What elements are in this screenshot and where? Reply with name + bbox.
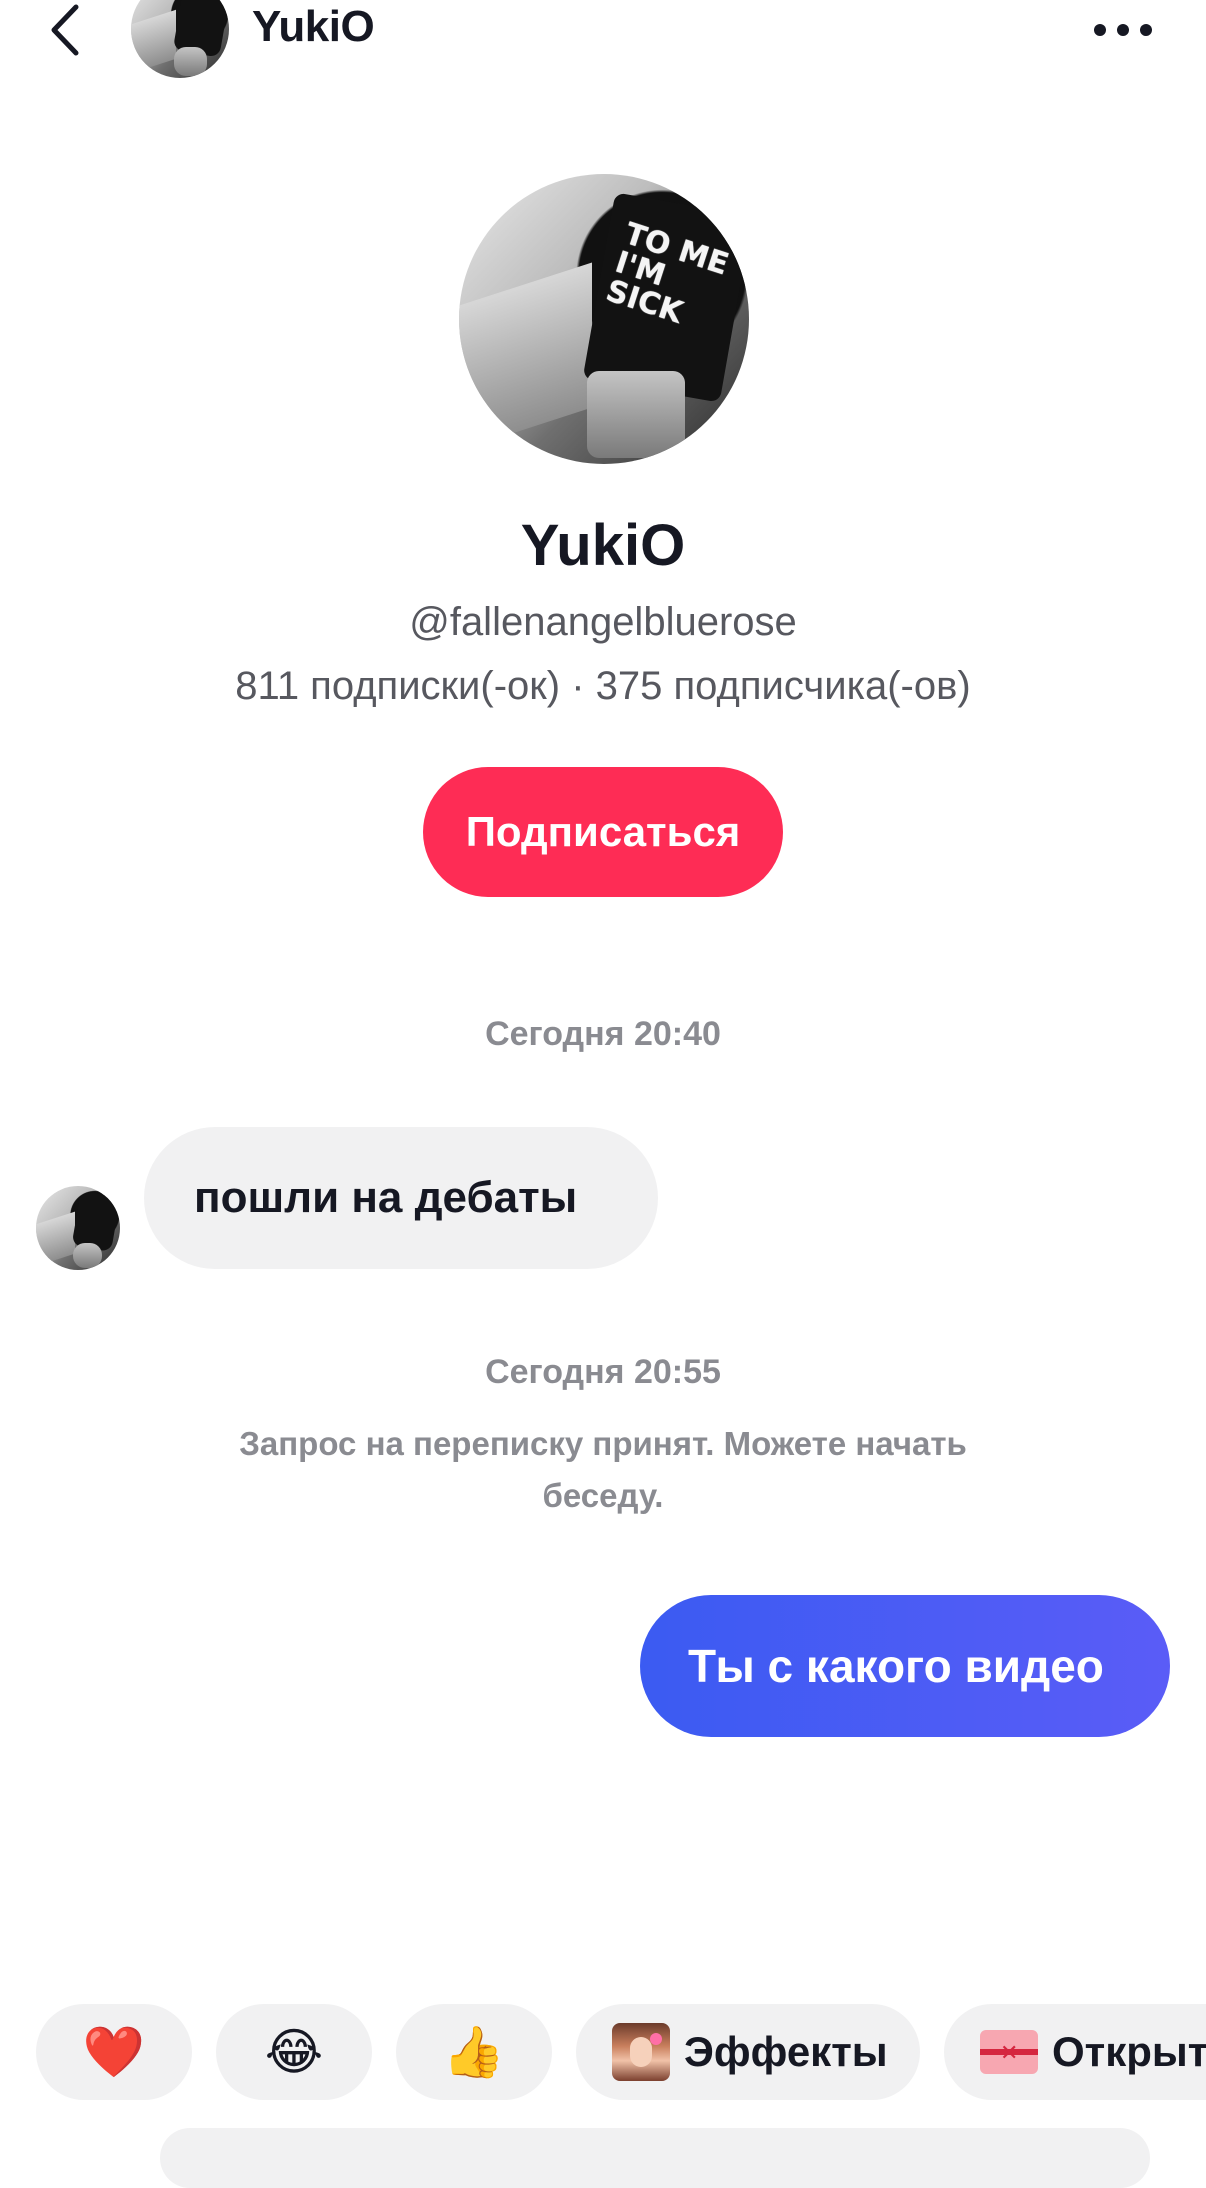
profile-avatar[interactable]: TO ME I'M SICK	[459, 174, 749, 464]
reaction-laugh-chip[interactable]: 😂	[216, 2004, 372, 2100]
avatar-photo	[36, 1186, 120, 1270]
more-horizontal-icon	[1094, 24, 1152, 36]
header-avatar[interactable]	[131, 0, 229, 78]
effects-label: Эффекты	[684, 2028, 888, 2075]
header-username[interactable]: YukiO	[252, 2, 375, 52]
message-input-field[interactable]	[160, 2128, 1150, 2188]
more-options-button[interactable]	[1088, 8, 1158, 52]
avatar-photo	[131, 0, 229, 78]
reaction-thumbs-up-chip[interactable]: 👍	[396, 2004, 552, 2100]
follow-button[interactable]: Подписаться	[423, 767, 783, 897]
thumbs-up-icon: 👍	[442, 2023, 506, 2081]
incoming-message-bubble[interactable]: пошли на дебаты	[144, 1127, 658, 1269]
quick-reactions-bar: ❤️ 😂 👍 Эффекты ✕ Открыт	[0, 2004, 1206, 2104]
avatar-photo: TO ME I'M SICK	[459, 174, 749, 464]
profile-username: @fallenangelbluerose	[409, 600, 797, 644]
chevron-left-icon	[51, 4, 79, 56]
gift-card-icon: ✕	[980, 2030, 1038, 2074]
outgoing-message-bubble[interactable]: Ты с какого видео	[640, 1595, 1170, 1737]
heart-icon: ❤️	[82, 2023, 146, 2081]
cards-chip[interactable]: ✕ Открыт	[944, 2004, 1206, 2100]
effects-chip[interactable]: Эффекты	[576, 2004, 920, 2100]
cards-label: Открыт	[1052, 2028, 1206, 2075]
back-button[interactable]	[40, 0, 90, 60]
message-timestamp: Сегодня 20:55	[485, 1353, 721, 1391]
system-notice: Запрос на переписку принят. Можете начат…	[239, 1425, 967, 1514]
profile-name: YukiO	[520, 513, 686, 578]
message-timestamp: Сегодня 20:40	[485, 1015, 721, 1053]
chat-header: YukiO	[0, 0, 1206, 90]
sender-avatar[interactable]	[36, 1186, 120, 1270]
profile-stats: 811 подписки(-ок) · 375 подписчика(-ов)	[235, 664, 971, 708]
reaction-heart-chip[interactable]: ❤️	[36, 2004, 192, 2100]
effects-thumbnail-icon	[612, 2023, 670, 2081]
laughing-emoji-icon: 😂	[264, 2023, 324, 2081]
